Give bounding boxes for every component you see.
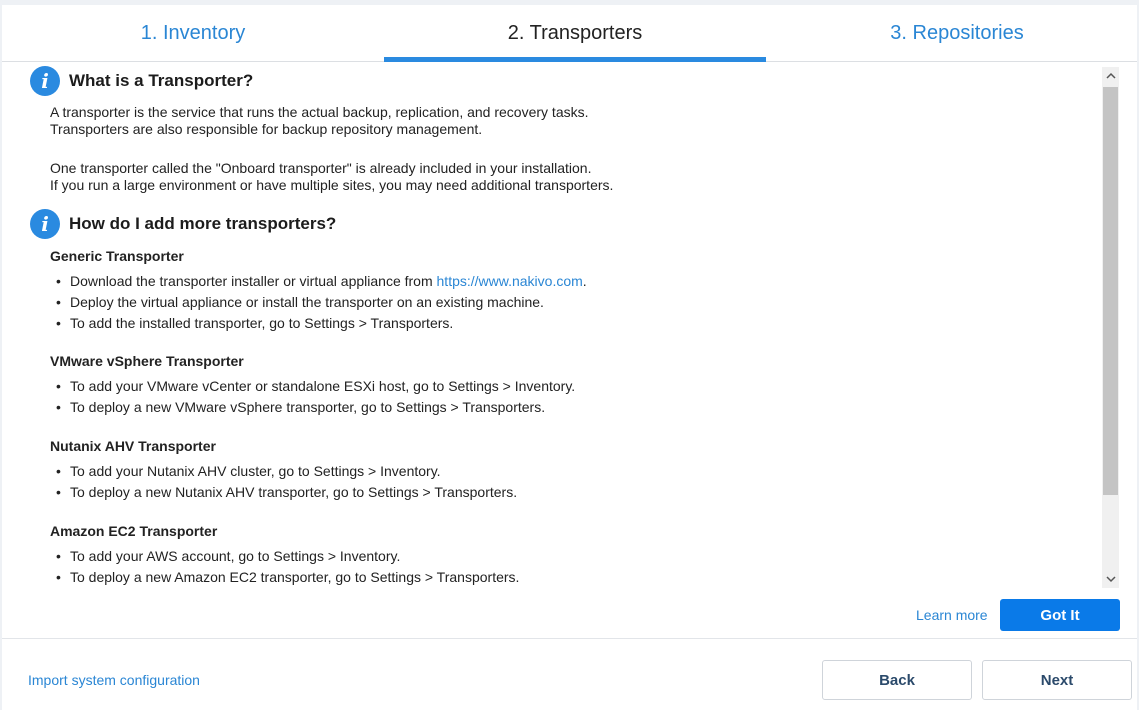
- description-line: Transporters are also responsible for ba…: [50, 121, 483, 137]
- bullet-text: To deploy a new Nutanix AHV transporter,…: [70, 484, 518, 500]
- bullet-text: To add your Nutanix AHV cluster, go to S…: [70, 463, 441, 479]
- group-title-generic: Generic Transporter: [50, 248, 184, 264]
- bullet-text: To add your AWS account, go to Settings …: [70, 548, 401, 564]
- tab-repositories[interactable]: 3. Repositories: [766, 5, 1139, 61]
- bullet-text: To deploy a new Amazon EC2 transporter, …: [70, 569, 520, 585]
- next-button[interactable]: Next: [982, 660, 1132, 700]
- list-item: To deploy a new Amazon EC2 transporter, …: [56, 569, 520, 585]
- chevron-down-icon[interactable]: [1102, 571, 1119, 588]
- vertical-scrollbar[interactable]: [1102, 67, 1119, 588]
- bullet-text: Deploy the virtual appliance or install …: [70, 294, 544, 310]
- got-it-button[interactable]: Got It: [1000, 599, 1120, 631]
- nakivo-link[interactable]: https://www.nakivo.com: [437, 273, 583, 289]
- list-item: To add your VMware vCenter or standalone…: [56, 378, 576, 394]
- group-title-vmware: VMware vSphere Transporter: [50, 353, 244, 369]
- list-item: To add your Nutanix AHV cluster, go to S…: [56, 463, 441, 479]
- bullet-text: .: [582, 273, 587, 289]
- info-content: i What is a Transporter? A transporter i…: [2, 62, 1102, 587]
- wizard-tabs: 1. Inventory 2. Transporters 3. Reposito…: [2, 5, 1137, 62]
- list-item: Download the transporter installer or vi…: [56, 273, 587, 289]
- tab-inventory[interactable]: 1. Inventory: [2, 5, 384, 61]
- list-item: Deploy the virtual appliance or install …: [56, 294, 544, 310]
- info-icon: i: [30, 66, 60, 96]
- bullet-text: To deploy a new VMware vSphere transport…: [70, 399, 546, 415]
- footer-divider: [2, 638, 1137, 639]
- section-heading-what-is: i What is a Transporter?: [30, 66, 253, 96]
- back-button[interactable]: Back: [822, 660, 972, 700]
- scroll-thumb[interactable]: [1103, 87, 1118, 495]
- chevron-up-icon[interactable]: [1102, 67, 1119, 84]
- bullet-text: Download the transporter installer or vi…: [70, 273, 437, 289]
- tab-transporters[interactable]: 2. Transporters: [384, 5, 766, 62]
- section-title: What is a Transporter?: [69, 71, 254, 90]
- description-line: One transporter called the "Onboard tran…: [50, 160, 592, 176]
- learn-more-link[interactable]: Learn more: [916, 607, 988, 623]
- bullet-text: To add the installed transporter, go to …: [70, 315, 454, 331]
- import-system-configuration-link[interactable]: Import system configuration: [28, 672, 200, 688]
- bullet-text: To add your VMware vCenter or standalone…: [70, 378, 576, 394]
- group-title-amazon: Amazon EC2 Transporter: [50, 523, 218, 539]
- wizard-panel: 1. Inventory 2. Transporters 3. Reposito…: [2, 5, 1137, 710]
- list-item: To add the installed transporter, go to …: [56, 315, 454, 331]
- group-title-nutanix: Nutanix AHV Transporter: [50, 438, 216, 454]
- section-title: How do I add more transporters?: [69, 214, 337, 233]
- list-item: To deploy a new Nutanix AHV transporter,…: [56, 484, 518, 500]
- description-line: If you run a large environment or have m…: [50, 177, 614, 193]
- list-item: To add your AWS account, go to Settings …: [56, 548, 401, 564]
- description-line: A transporter is the service that runs t…: [50, 104, 589, 120]
- list-item: To deploy a new VMware vSphere transport…: [56, 399, 546, 415]
- info-icon: i: [30, 209, 60, 239]
- section-heading-how-to-add: i How do I add more transporters?: [30, 209, 336, 239]
